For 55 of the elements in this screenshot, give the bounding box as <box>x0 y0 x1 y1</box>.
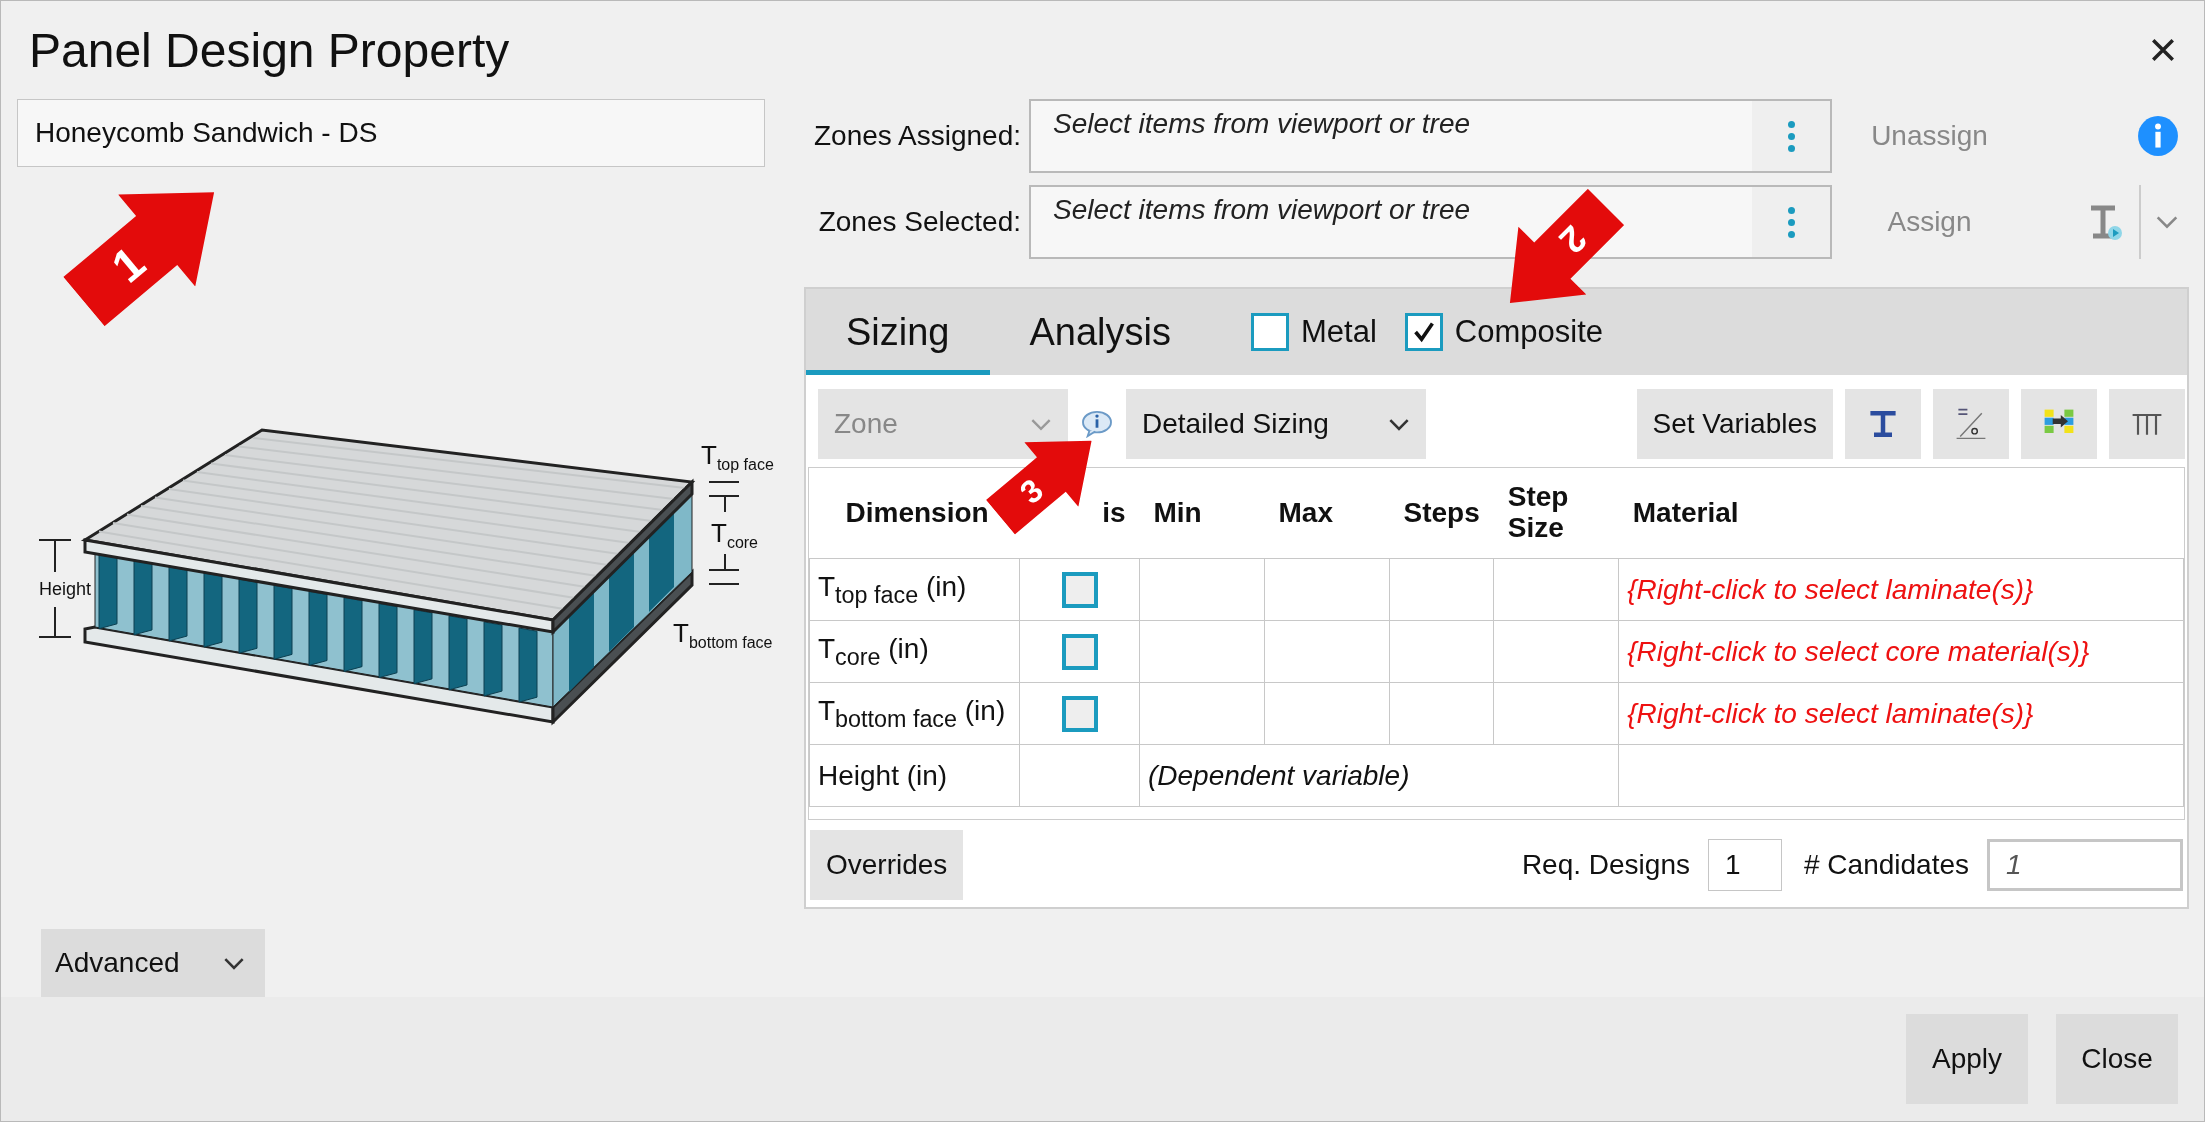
dialog-button[interactable]: Apply <box>1906 1014 2028 1104</box>
caret-icon <box>223 956 245 970</box>
column-header: Material <box>1632 497 1739 529</box>
column-header: Dimension <box>845 497 989 529</box>
checkbox[interactable] <box>1061 571 1098 608</box>
table-cell: Height (in) <box>809 744 1020 807</box>
callout-number: 1 <box>101 236 155 293</box>
thickness-label: T$_{core}$ <box>711 518 758 551</box>
table-cell: T$_{top face}$ (in) <box>809 558 1020 621</box>
column-header: Steps <box>1403 497 1480 529</box>
table-columns-icon[interactable] <box>2109 389 2185 459</box>
checkbox[interactable] <box>1251 313 1289 351</box>
thickness-label: T$_{top face}$ <box>701 440 774 473</box>
table-cell: (Dependent variable) <box>1139 744 1619 807</box>
name-field[interactable]: Honeycomb Sandwich - DS <box>17 99 765 167</box>
checkbox[interactable] <box>1404 313 1443 351</box>
advanced-dropdown[interactable]: Advanced <box>41 929 265 997</box>
table-cell: {Right-click to select laminate(s)} <box>1618 682 2184 745</box>
req-designs-label: Req. Designs <box>1521 849 1690 881</box>
sizing-dropdown[interactable]: Detailed Sizing <box>1126 389 1426 459</box>
column-header: Max <box>1278 497 1333 529</box>
overrides-button[interactable]: Overrides <box>810 830 964 900</box>
zones-label: Zones Assigned: <box>812 120 1022 152</box>
checkbox-label: Composite <box>1454 314 1603 350</box>
column-header: Step Size <box>1507 482 1570 544</box>
checkbox[interactable] <box>1061 633 1098 670</box>
close-icon[interactable] <box>2150 37 2176 63</box>
candidates-field[interactable]: 1 <box>1987 839 2183 891</box>
table-cell: T$_{core}$ (in) <box>809 620 1020 683</box>
checkbox-label: Metal <box>1301 314 1377 350</box>
table-cell: {Right-click to select core material(s)} <box>1618 620 2184 683</box>
table-cell: T$_{bottom face}$ (in) <box>809 682 1020 745</box>
window-title: Panel Design Property <box>29 22 511 78</box>
zones-label: Zones Selected: <box>817 206 1022 238</box>
column-header: is <box>1102 497 1126 529</box>
min-max-chart-icon[interactable] <box>1933 389 2009 459</box>
chevron-down-icon[interactable] <box>2155 215 2179 229</box>
req-designs-field[interactable]: 1 <box>1708 839 1782 891</box>
tab[interactable]: Analysis <box>989 289 1211 375</box>
chevron-down-icon <box>1388 417 1410 431</box>
callout-number: 3 <box>1013 471 1051 511</box>
info-icon[interactable] <box>2137 115 2179 157</box>
dialog-button[interactable]: Close <box>2056 1014 2178 1104</box>
checkbox[interactable] <box>1061 695 1098 732</box>
column-header: Min <box>1153 497 1202 529</box>
table-cell: {Right-click to select laminate(s)} <box>1618 558 2184 621</box>
height-label: Height <box>39 579 92 599</box>
tab[interactable]: Sizing <box>806 289 990 375</box>
candidates-label: # Candidates <box>1804 849 1969 881</box>
info-bubble-icon[interactable] <box>1080 410 1114 438</box>
stacked-blocks-icon[interactable] <box>2021 389 2097 459</box>
thickness-label: T$_{bottom face}$ <box>673 618 773 651</box>
beam-icon[interactable] <box>1845 389 1921 459</box>
chevron-down-icon <box>1030 417 1052 431</box>
set-variables-button[interactable]: Set Variables <box>1636 389 1833 459</box>
